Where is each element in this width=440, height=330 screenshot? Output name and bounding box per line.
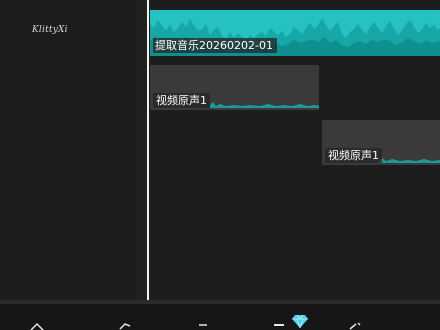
toolbar-divider xyxy=(0,300,440,304)
bottom-toolbar xyxy=(0,300,440,330)
edit-icon[interactable] xyxy=(348,321,362,330)
music-icon[interactable] xyxy=(118,321,132,330)
watermark-logo: KlittyXi xyxy=(32,25,68,35)
text-icon[interactable] xyxy=(196,321,210,330)
track-header-panel: KlittyXi xyxy=(0,0,136,300)
layers-icon[interactable] xyxy=(272,321,286,330)
diamond-icon[interactable] xyxy=(292,314,308,328)
playhead[interactable] xyxy=(147,0,149,301)
video-audio-clip-label: 视频原声1 xyxy=(153,93,210,108)
video-audio-clip-label: 视频原声1 xyxy=(325,148,382,163)
music-clip-label: 提取音乐20260202-01 xyxy=(153,38,277,53)
editor-screen: KlittyXi 提取音乐20260202-01 视频原声1 视频原声1 xyxy=(0,0,440,330)
scissors-icon[interactable] xyxy=(30,321,44,330)
